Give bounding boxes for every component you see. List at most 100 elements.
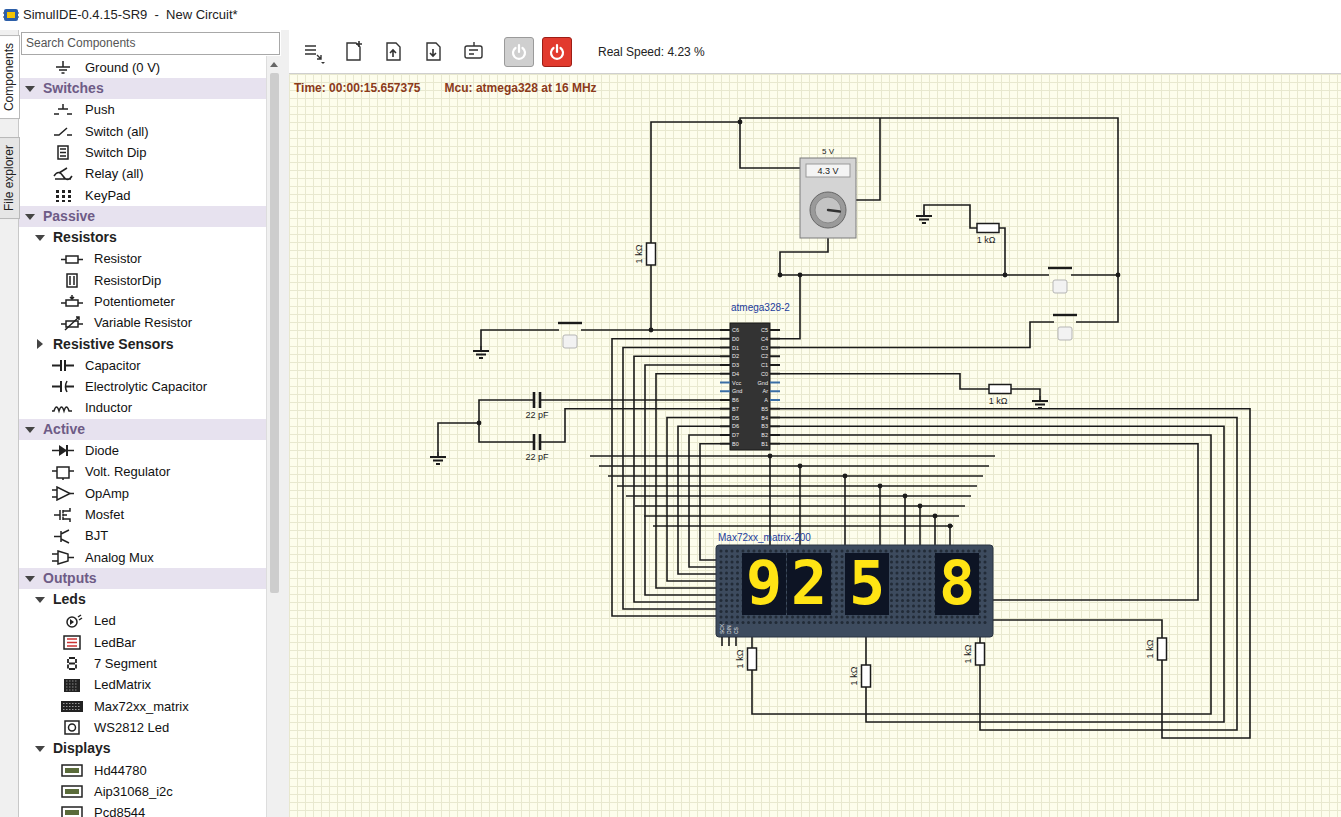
- component-item[interactable]: Push: [19, 99, 266, 120]
- expanded-arrow-icon[interactable]: [35, 235, 45, 241]
- canvas-info: Time: 00:00:15.657375Mcu: atmega328 at 1…: [294, 79, 597, 97]
- component-item[interactable]: Hd44780: [19, 760, 266, 781]
- component-item[interactable]: Analog Mux: [19, 547, 266, 568]
- capacitor[interactable]: [534, 434, 540, 450]
- voltage-source[interactable]: [800, 158, 856, 238]
- resistor[interactable]: [977, 224, 999, 233]
- pin-label: A: [764, 397, 768, 403]
- expanded-arrow-icon[interactable]: [25, 214, 35, 220]
- component-item[interactable]: Aip31068_i2c: [19, 781, 266, 802]
- expanded-arrow-icon[interactable]: [25, 427, 35, 433]
- expanded-arrow-icon[interactable]: [35, 746, 45, 752]
- component-item[interactable]: Led: [19, 611, 266, 632]
- capacitor[interactable]: [534, 392, 540, 408]
- resistor[interactable]: [1158, 638, 1167, 660]
- matrix-dot: [835, 555, 838, 558]
- save-circuit-button[interactable]: [418, 37, 450, 67]
- component-item[interactable]: Volt. Regulator: [19, 461, 266, 482]
- new-circuit-button[interactable]: [338, 37, 370, 67]
- component-item[interactable]: Switch (all): [19, 121, 266, 142]
- component-item[interactable]: Max72xx_matrix: [19, 696, 266, 717]
- matrix-dot: [725, 572, 728, 575]
- matrix-dot: [764, 621, 767, 624]
- category-header[interactable]: Passive: [19, 206, 266, 227]
- component-item[interactable]: Pcd8544: [19, 802, 266, 817]
- push-button[interactable]: [1058, 327, 1072, 340]
- group-header[interactable]: Resistors: [19, 227, 266, 248]
- component-item[interactable]: 7 Segment: [19, 653, 266, 674]
- splitter[interactable]: [281, 30, 289, 817]
- component-item[interactable]: Variable Resistor: [19, 312, 266, 333]
- component-item[interactable]: BJT: [19, 525, 266, 546]
- power-button[interactable]: [504, 37, 534, 67]
- expanded-arrow-icon[interactable]: [25, 576, 35, 582]
- component-item[interactable]: Diode: [19, 440, 266, 461]
- save-as-button[interactable]: [458, 37, 490, 67]
- search-input[interactable]: [21, 32, 280, 55]
- matrix-dot: [885, 621, 888, 624]
- component-item[interactable]: ResistorDip: [19, 270, 266, 291]
- matrix-dot: [907, 572, 910, 575]
- recent-files-icon: [302, 40, 326, 64]
- component-item[interactable]: Mosfet: [19, 504, 266, 525]
- component-item[interactable]: Switch Dip: [19, 142, 266, 163]
- scroll-thumb[interactable]: [270, 73, 279, 593]
- component-item[interactable]: Resistor: [19, 249, 266, 270]
- side-tab[interactable]: Components: [0, 35, 20, 119]
- group-header[interactable]: Resistive Sensors: [19, 334, 266, 355]
- collapsed-arrow-icon[interactable]: [37, 339, 43, 349]
- keypad-icon: [52, 188, 74, 203]
- component-item[interactable]: Capacitor: [19, 355, 266, 376]
- component-item[interactable]: Ground (0 V): [19, 57, 266, 78]
- side-tab[interactable]: File explorer: [0, 137, 20, 219]
- stop-button[interactable]: [542, 37, 572, 67]
- resistor[interactable]: [862, 665, 871, 687]
- mcu-pin: [770, 347, 780, 349]
- wire: [667, 418, 720, 582]
- component-item[interactable]: OpAmp: [19, 483, 266, 504]
- category-header[interactable]: Active: [19, 419, 266, 440]
- group-header[interactable]: Displays: [19, 738, 266, 759]
- matrix-dot: [978, 550, 981, 553]
- resistor[interactable]: [989, 385, 1011, 394]
- expanded-arrow-icon[interactable]: [25, 86, 35, 92]
- scroll-up-icon[interactable]: [270, 62, 278, 67]
- component-item[interactable]: WS2812 Led: [19, 717, 266, 738]
- group-header[interactable]: Leds: [19, 589, 266, 610]
- matrix-dot: [890, 577, 893, 580]
- led-matrix[interactable]: [716, 545, 993, 637]
- component-item[interactable]: KeyPad: [19, 185, 266, 206]
- knob[interactable]: [810, 192, 846, 228]
- icon-box: [61, 294, 83, 309]
- icon-box: [61, 614, 83, 629]
- matrix-dot: [731, 588, 734, 591]
- push-button[interactable]: [1053, 280, 1067, 293]
- matrix-dot: [901, 561, 904, 564]
- matrix-dot: [901, 550, 904, 553]
- open-circuit-button[interactable]: [378, 37, 410, 67]
- scrollbar[interactable]: [266, 56, 281, 817]
- circuit-canvas[interactable]: Time: 00:00:15.657375Mcu: atmega328 at 1…: [289, 73, 1341, 817]
- recent-files-button[interactable]: [298, 37, 330, 67]
- category-header[interactable]: Outputs: [19, 568, 266, 589]
- push-button[interactable]: [563, 335, 577, 348]
- matrix-dot: [929, 610, 932, 613]
- component-item[interactable]: Potentiometer: [19, 291, 266, 312]
- pin-label: Gnd: [732, 388, 742, 394]
- matrix-dot: [720, 566, 723, 569]
- resistor[interactable]: [647, 243, 656, 265]
- component-item[interactable]: LedMatrix: [19, 674, 266, 695]
- resistor[interactable]: [976, 643, 985, 665]
- mcu-chip[interactable]: [730, 323, 770, 450]
- matrix-dot: [929, 566, 932, 569]
- category-header[interactable]: Switches: [19, 78, 266, 99]
- expanded-arrow-icon[interactable]: [35, 597, 45, 603]
- tree-label: Aip31068_i2c: [94, 782, 173, 802]
- component-item[interactable]: Electrolytic Capacitor: [19, 376, 266, 397]
- tree-label: WS2812 Led: [94, 718, 169, 738]
- resistor[interactable]: [748, 648, 757, 670]
- matrix-dot: [720, 577, 723, 580]
- component-item[interactable]: Relay (all): [19, 163, 266, 184]
- component-item[interactable]: Inductor: [19, 398, 266, 419]
- component-item[interactable]: LedBar: [19, 632, 266, 653]
